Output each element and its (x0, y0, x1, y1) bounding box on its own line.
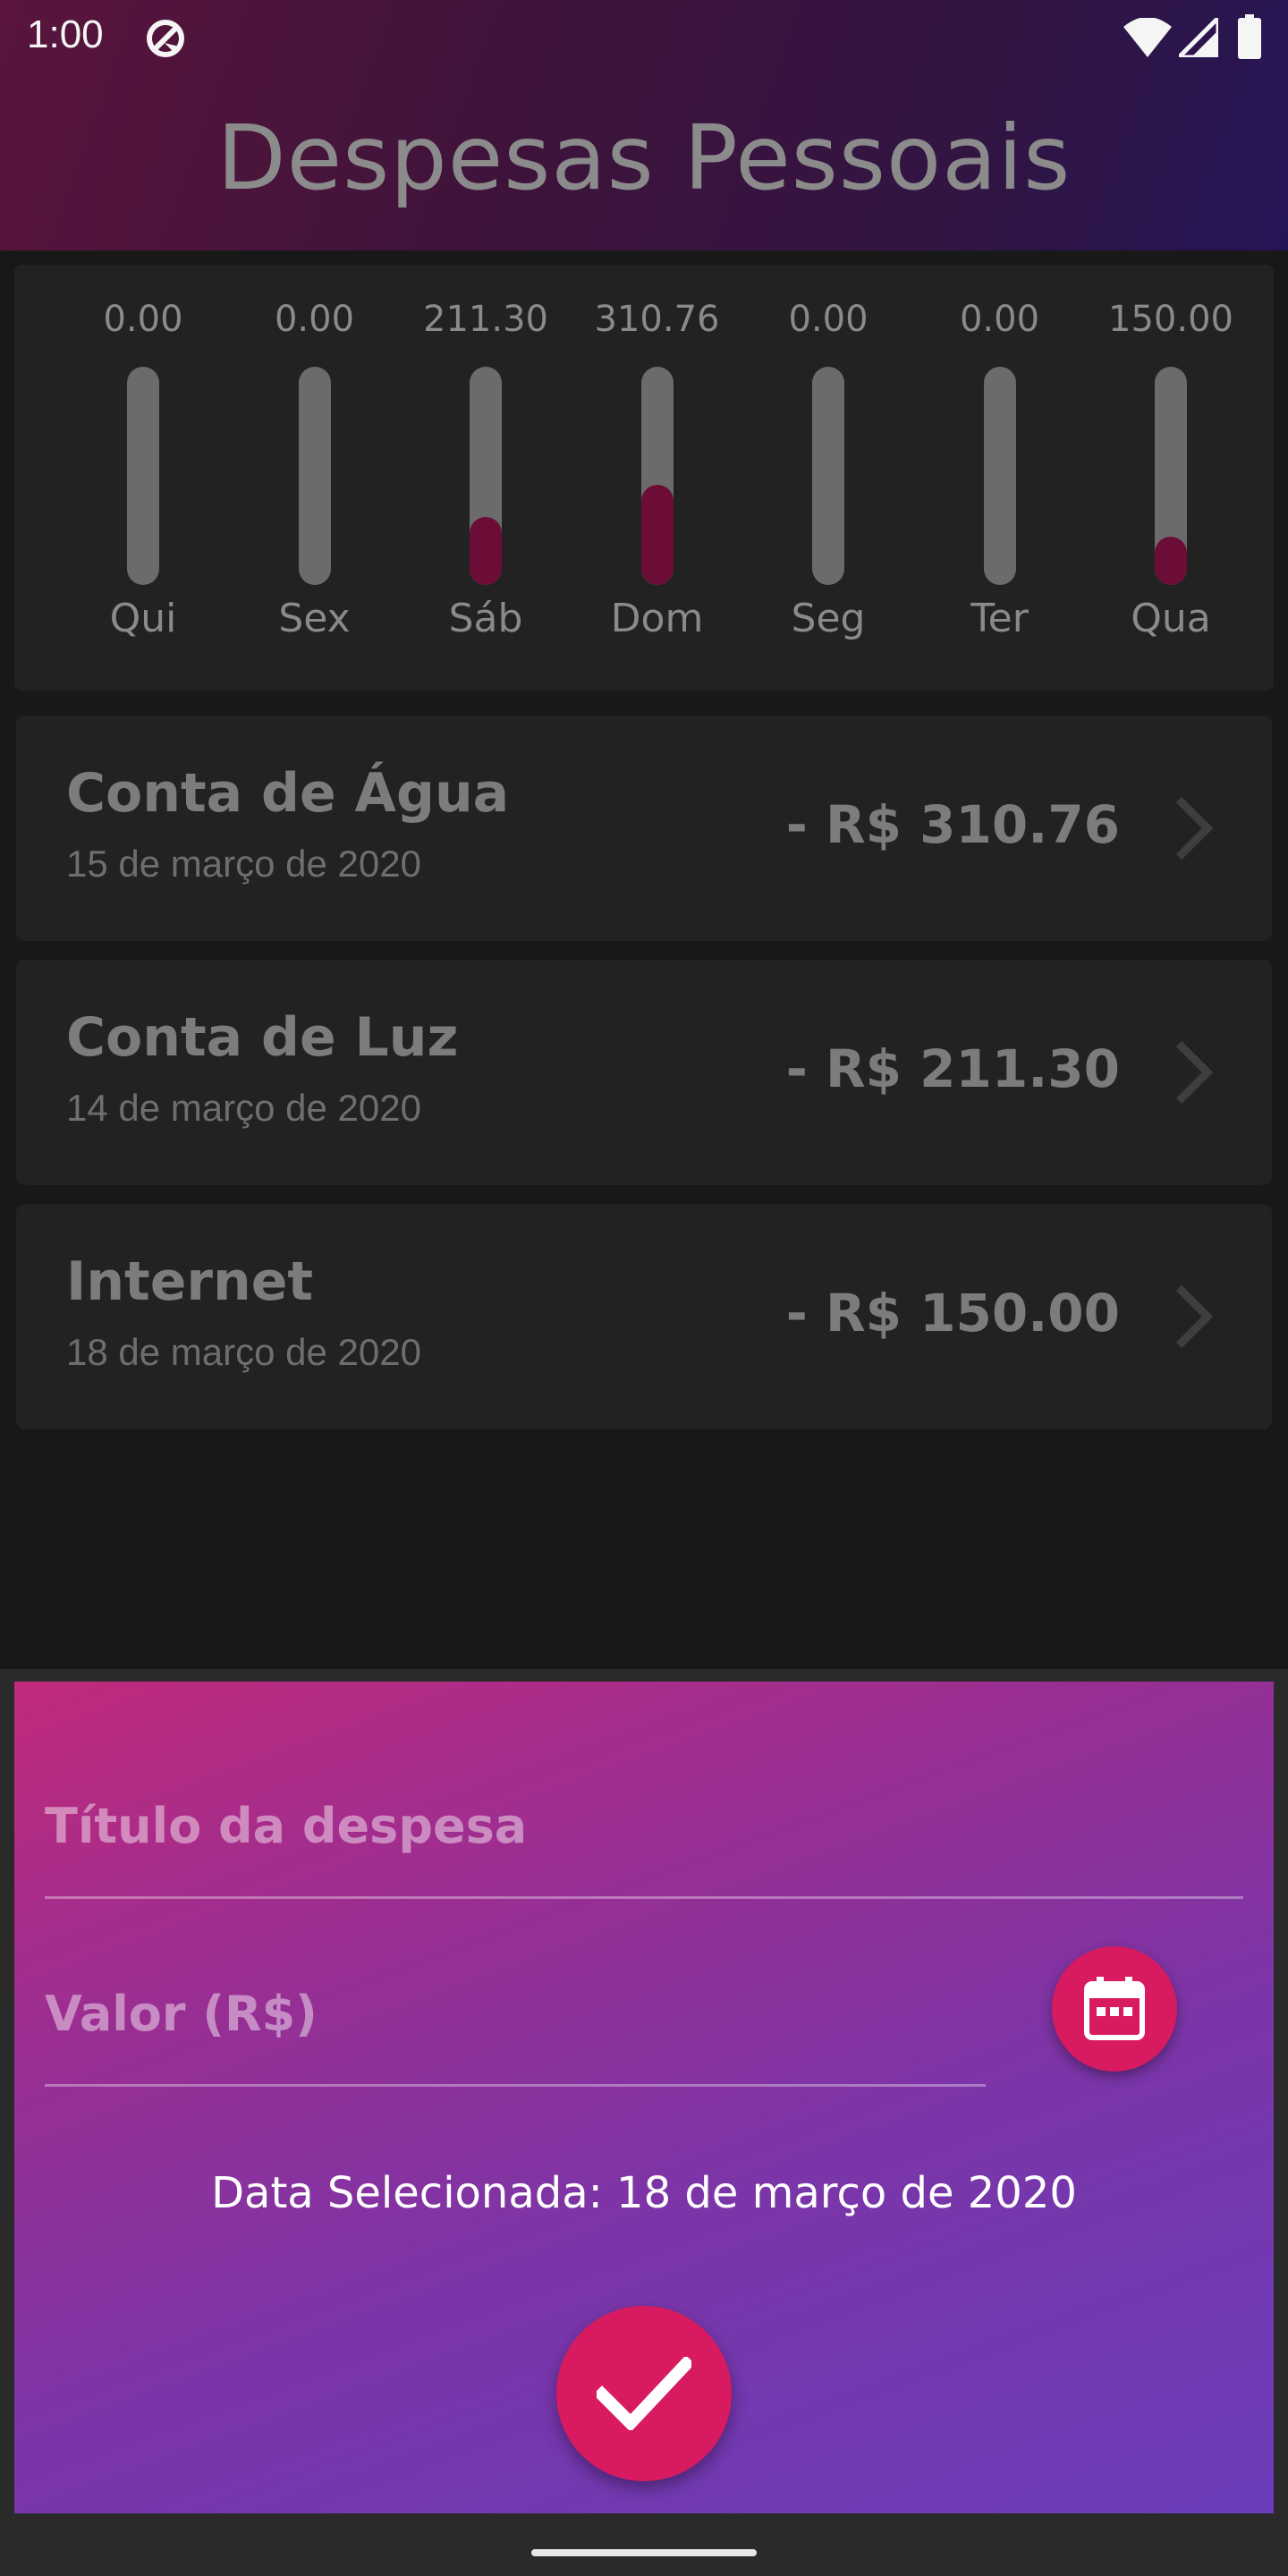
chart-bar-column: 0.00 Qui (80, 265, 206, 691)
battery-icon (1238, 14, 1261, 59)
chart-bar-day-label: Sex (278, 596, 351, 641)
transaction-amount: - R$ 150.00 (785, 1283, 1120, 1343)
check-icon (597, 2357, 691, 2430)
chart-bar-fill (1155, 537, 1187, 585)
chart-bar-value: 0.00 (274, 299, 355, 340)
chart-bar-track (127, 367, 159, 585)
transaction-amount: - R$ 310.76 (785, 794, 1120, 855)
chart-bar-day-label: Ter (970, 596, 1029, 641)
chart-bar-day-label: Qua (1131, 596, 1211, 641)
status-bar: 1:00 (0, 0, 1288, 75)
transaction-title: Conta de Água (66, 762, 510, 825)
value-input[interactable]: Valor (R$) (45, 1986, 318, 2042)
chart-bar-track (812, 367, 844, 585)
gesture-nav-handle[interactable] (531, 2549, 757, 2556)
chart-bar-track (1155, 367, 1187, 585)
weekly-chart: 0.00 Qui 0.00 Sex 211.30 Sáb 310.76 Dom 0.00 Seg 0… (14, 265, 1274, 691)
chart-bar-fill (470, 517, 502, 585)
transaction-date: 18 de março de 2020 (66, 1331, 421, 1373)
chart-bar-day-label: Qui (109, 596, 177, 641)
chart-bar-track (983, 367, 1016, 585)
chart-bar-column: 0.00 Seg (766, 265, 891, 691)
chart-bar-value: 310.76 (594, 299, 720, 340)
chart-bar-value: 211.30 (423, 299, 548, 340)
title-input[interactable]: Título da despesa (45, 1798, 527, 1854)
chart-bar-track (298, 367, 331, 585)
calendar-icon (1084, 1977, 1145, 2040)
chart-bar-day-label: Sáb (448, 596, 523, 641)
chevron-right-icon[interactable] (1172, 1038, 1216, 1106)
transaction-card[interactable]: Conta de Luz 14 de março de 2020 - R$ 211.… (16, 960, 1272, 1185)
selected-date-text: Data Selecionada: 18 de março de 2020 (211, 2168, 1077, 2218)
chart-bar-fill (640, 485, 674, 585)
chart-bar-column: 310.76 Dom (595, 265, 720, 691)
transaction-date: 15 de março de 2020 (66, 843, 421, 885)
chart-bar-track (640, 367, 674, 585)
chart-bar-track (470, 367, 502, 585)
transaction-title: Internet (66, 1250, 314, 1313)
chevron-right-icon[interactable] (1172, 794, 1216, 862)
transaction-amount: - R$ 211.30 (785, 1038, 1120, 1099)
signal-icon (1179, 18, 1218, 57)
chart-bar-day-label: Seg (791, 596, 866, 641)
sync-status-icon (147, 20, 184, 57)
chart-bar-column: 0.00 Ter (937, 265, 1063, 691)
app-title: Despesas Pessoais (216, 106, 1072, 210)
chart-bar-value: 0.00 (959, 299, 1040, 340)
chart-bar-value: 0.00 (103, 299, 183, 340)
transaction-title: Conta de Luz (66, 1006, 459, 1069)
chart-bar-column: 211.30 Sáb (423, 265, 548, 691)
chevron-right-icon[interactable] (1172, 1283, 1216, 1351)
chart-bar-value: 0.00 (788, 299, 869, 340)
transaction-card[interactable]: Conta de Água 15 de março de 2020 - R$ 310… (16, 716, 1272, 941)
chart-bar-value: 150.00 (1108, 299, 1233, 340)
transaction-date: 14 de março de 2020 (66, 1087, 421, 1129)
title-input-underline (45, 1896, 1243, 1899)
status-time: 1:00 (27, 13, 104, 56)
value-input-underline (45, 2084, 986, 2087)
wifi-icon (1123, 18, 1172, 57)
chart-bar-column: 150.00 Qua (1108, 265, 1233, 691)
new-expense-form: Título da despesa Valor (R$) Data Seleci… (14, 1682, 1274, 2513)
choose-date-button[interactable] (1052, 1946, 1177, 2072)
transaction-card[interactable]: Internet 18 de março de 2020 - R$ 150.00 (16, 1204, 1272, 1429)
chart-bar-day-label: Dom (610, 596, 704, 641)
chart-bar-column: 0.00 Sex (252, 265, 377, 691)
app-bar: 1:00 Despesas Pessoais (0, 0, 1288, 250)
confirm-button[interactable] (556, 2306, 732, 2481)
